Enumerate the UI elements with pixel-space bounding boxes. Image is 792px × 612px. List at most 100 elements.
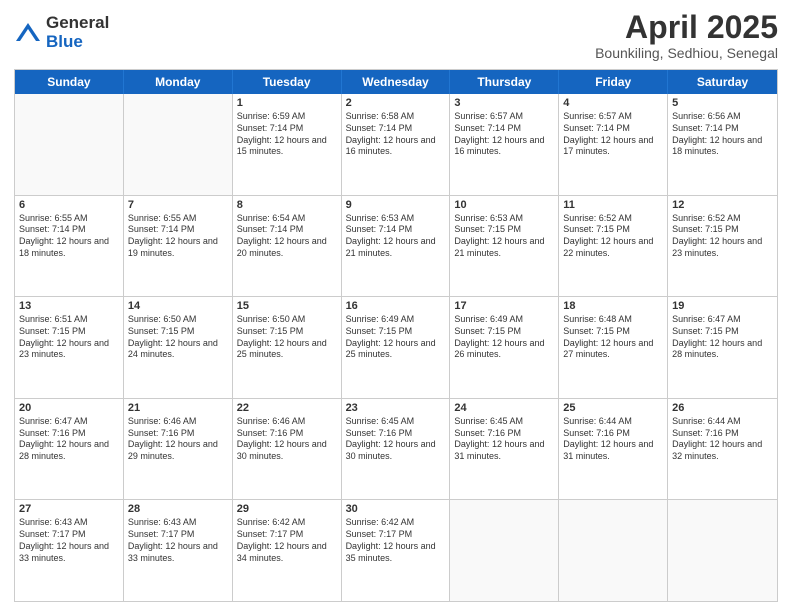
- cal-cell: 20 Sunrise: 6:47 AMSunset: 7:16 PMDayligh…: [15, 399, 124, 500]
- cal-cell: 18Sunrise: 6:48 AMSunset: 7:15 PMDayligh…: [559, 297, 668, 398]
- day-number: 18: [563, 300, 663, 312]
- cell-info: Sunrise: 6:52 AMSunset: 7:15 PMDaylight:…: [563, 213, 663, 260]
- cal-cell: 23 Sunrise: 6:45 AMSunset: 7:16 PMDayligh…: [342, 399, 451, 500]
- cell-info: Sunrise: 6:55 AMSunset: 7:14 PMDaylight:…: [128, 213, 228, 260]
- cal-cell: 13 Sunrise: 6:51 AMSunset: 7:15 PMDayligh…: [15, 297, 124, 398]
- cal-cell: 6 Sunrise: 6:55 AMSunset: 7:14 PMDaylight…: [15, 196, 124, 297]
- cal-cell: 16 Sunrise: 6:49 AMSunset: 7:15 PMDayligh…: [342, 297, 451, 398]
- day-number: 26: [672, 402, 773, 414]
- cal-cell: 29 Sunrise: 6:42 AMSunset: 7:17 PMDayligh…: [233, 500, 342, 601]
- cell-info: Sunrise: 6:49 AMSunset: 7:15 PMDaylight:…: [454, 314, 554, 361]
- header-sunday: Sunday: [15, 70, 124, 94]
- cal-cell: 4 Sunrise: 6:57 AMSunset: 7:14 PMDaylight…: [559, 94, 668, 195]
- day-number: 19: [672, 300, 773, 312]
- month-title: April 2025: [595, 10, 778, 45]
- cal-row-0: 1Sunrise: 6:59 AMSunset: 7:14 PMDaylight…: [15, 94, 777, 195]
- cal-cell: 26Sunrise: 6:44 AMSunset: 7:16 PMDayligh…: [668, 399, 777, 500]
- cell-info: Sunrise: 6:54 AMSunset: 7:14 PMDaylight:…: [237, 213, 337, 260]
- cal-cell: 5Sunrise: 6:56 AMSunset: 7:14 PMDaylight…: [668, 94, 777, 195]
- cell-info: Sunrise: 6:46 AMSunset: 7:16 PMDaylight:…: [128, 416, 228, 463]
- header-monday: Monday: [124, 70, 233, 94]
- cal-row-3: 20 Sunrise: 6:47 AMSunset: 7:16 PMDayligh…: [15, 398, 777, 500]
- cell-info: Sunrise: 6:45 AMSunset: 7:16 PMDaylight:…: [346, 416, 446, 463]
- day-number: 3: [454, 97, 554, 109]
- day-number: 21: [128, 402, 228, 414]
- cell-info: Sunrise: 6:43 AMSunset: 7:17 PMDaylight:…: [128, 517, 228, 564]
- cal-row-2: 13 Sunrise: 6:51 AMSunset: 7:15 PMDayligh…: [15, 296, 777, 398]
- cal-cell: [559, 500, 668, 601]
- cal-cell: [15, 94, 124, 195]
- cal-cell: 27Sunrise: 6:43 AMSunset: 7:17 PMDayligh…: [15, 500, 124, 601]
- header-friday: Friday: [559, 70, 668, 94]
- header-wednesday: Wednesday: [342, 70, 451, 94]
- title-block: April 2025 Bounkiling, Sedhiou, Senegal: [595, 10, 778, 61]
- logo: General Blue: [14, 14, 109, 51]
- cell-info: Sunrise: 6:44 AMSunset: 7:16 PMDaylight:…: [563, 416, 663, 463]
- cell-info: Sunrise: 6:55 AMSunset: 7:14 PMDaylight:…: [19, 213, 119, 260]
- day-number: 17: [454, 300, 554, 312]
- cal-cell: [450, 500, 559, 601]
- page: General Blue April 2025 Bounkiling, Sedh…: [0, 0, 792, 612]
- cal-cell: 28 Sunrise: 6:43 AMSunset: 7:17 PMDayligh…: [124, 500, 233, 601]
- cal-cell: 8 Sunrise: 6:54 AMSunset: 7:14 PMDaylight…: [233, 196, 342, 297]
- cal-cell: 22 Sunrise: 6:46 AMSunset: 7:16 PMDayligh…: [233, 399, 342, 500]
- cal-cell: 3 Sunrise: 6:57 AMSunset: 7:14 PMDaylight…: [450, 94, 559, 195]
- day-number: 5: [672, 97, 773, 109]
- day-number: 10: [454, 199, 554, 211]
- day-number: 22: [237, 402, 337, 414]
- cell-info: Sunrise: 6:50 AMSunset: 7:15 PMDaylight:…: [128, 314, 228, 361]
- day-number: 13: [19, 300, 119, 312]
- cell-info: Sunrise: 6:45 AMSunset: 7:16 PMDaylight:…: [454, 416, 554, 463]
- day-number: 6: [19, 199, 119, 211]
- day-number: 14: [128, 300, 228, 312]
- calendar-body: 1Sunrise: 6:59 AMSunset: 7:14 PMDaylight…: [15, 94, 777, 601]
- day-number: 8: [237, 199, 337, 211]
- cell-info: Sunrise: 6:52 AMSunset: 7:15 PMDaylight:…: [672, 213, 773, 260]
- logo-text: General Blue: [46, 14, 109, 51]
- header-saturday: Saturday: [668, 70, 777, 94]
- cell-info: Sunrise: 6:46 AMSunset: 7:16 PMDaylight:…: [237, 416, 337, 463]
- cell-info: Sunrise: 6:51 AMSunset: 7:15 PMDaylight:…: [19, 314, 119, 361]
- cal-cell: 9Sunrise: 6:53 AMSunset: 7:14 PMDaylight…: [342, 196, 451, 297]
- cal-cell: 30 Sunrise: 6:42 AMSunset: 7:17 PMDayligh…: [342, 500, 451, 601]
- cal-row-4: 27Sunrise: 6:43 AMSunset: 7:17 PMDayligh…: [15, 499, 777, 601]
- cal-cell: 17 Sunrise: 6:49 AMSunset: 7:15 PMDayligh…: [450, 297, 559, 398]
- cell-info: Sunrise: 6:42 AMSunset: 7:17 PMDaylight:…: [237, 517, 337, 564]
- logo-icon: [14, 19, 42, 47]
- calendar-header-row: SundayMondayTuesdayWednesdayThursdayFrid…: [15, 70, 777, 94]
- cal-cell: 15Sunrise: 6:50 AMSunset: 7:15 PMDayligh…: [233, 297, 342, 398]
- day-number: 20: [19, 402, 119, 414]
- day-number: 4: [563, 97, 663, 109]
- day-number: 28: [128, 503, 228, 515]
- day-number: 23: [346, 402, 446, 414]
- day-number: 30: [346, 503, 446, 515]
- cal-row-1: 6 Sunrise: 6:55 AMSunset: 7:14 PMDaylight…: [15, 195, 777, 297]
- day-number: 11: [563, 199, 663, 211]
- day-number: 25: [563, 402, 663, 414]
- cell-info: Sunrise: 6:53 AMSunset: 7:14 PMDaylight:…: [346, 213, 446, 260]
- cal-cell: 19 Sunrise: 6:47 AMSunset: 7:15 PMDayligh…: [668, 297, 777, 398]
- cell-info: Sunrise: 6:49 AMSunset: 7:15 PMDaylight:…: [346, 314, 446, 361]
- cal-cell: 14 Sunrise: 6:50 AMSunset: 7:15 PMDayligh…: [124, 297, 233, 398]
- logo-general-text: General: [46, 14, 109, 33]
- cal-cell: 21 Sunrise: 6:46 AMSunset: 7:16 PMDayligh…: [124, 399, 233, 500]
- header-thursday: Thursday: [450, 70, 559, 94]
- header: General Blue April 2025 Bounkiling, Sedh…: [14, 10, 778, 61]
- cell-info: Sunrise: 6:42 AMSunset: 7:17 PMDaylight:…: [346, 517, 446, 564]
- cell-info: Sunrise: 6:47 AMSunset: 7:15 PMDaylight:…: [672, 314, 773, 361]
- day-number: 29: [237, 503, 337, 515]
- cal-cell: 11 Sunrise: 6:52 AMSunset: 7:15 PMDayligh…: [559, 196, 668, 297]
- cell-info: Sunrise: 6:57 AMSunset: 7:14 PMDaylight:…: [563, 111, 663, 158]
- cell-info: Sunrise: 6:50 AMSunset: 7:15 PMDaylight:…: [237, 314, 337, 361]
- cal-cell: 24Sunrise: 6:45 AMSunset: 7:16 PMDayligh…: [450, 399, 559, 500]
- cal-cell: [124, 94, 233, 195]
- cell-info: Sunrise: 6:47 AMSunset: 7:16 PMDaylight:…: [19, 416, 119, 463]
- cal-cell: 2Sunrise: 6:58 AMSunset: 7:14 PMDaylight…: [342, 94, 451, 195]
- cell-info: Sunrise: 6:59 AMSunset: 7:14 PMDaylight:…: [237, 111, 337, 158]
- cal-cell: 1Sunrise: 6:59 AMSunset: 7:14 PMDaylight…: [233, 94, 342, 195]
- calendar: SundayMondayTuesdayWednesdayThursdayFrid…: [14, 69, 778, 602]
- cell-info: Sunrise: 6:57 AMSunset: 7:14 PMDaylight:…: [454, 111, 554, 158]
- day-number: 12: [672, 199, 773, 211]
- day-number: 16: [346, 300, 446, 312]
- cell-info: Sunrise: 6:43 AMSunset: 7:17 PMDaylight:…: [19, 517, 119, 564]
